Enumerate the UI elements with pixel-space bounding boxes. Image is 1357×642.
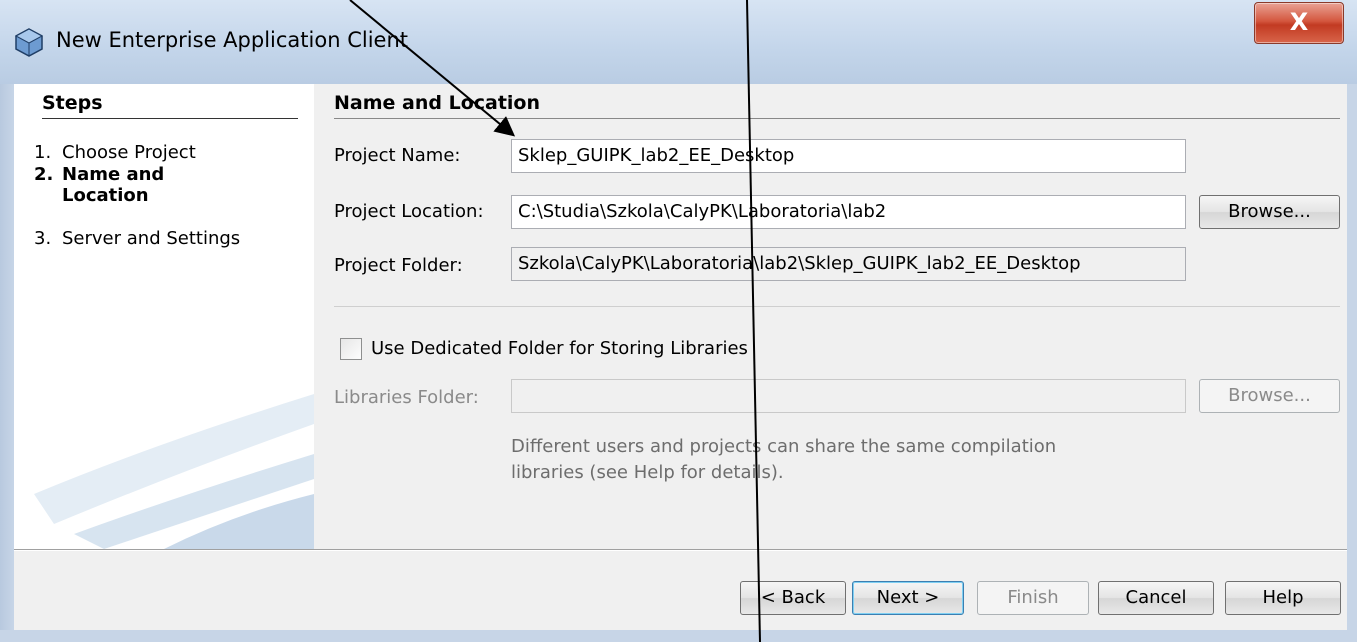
step-number: 3. — [34, 228, 52, 249]
project-location-label: Project Location: — [334, 201, 484, 222]
close-button[interactable]: X — [1254, 2, 1344, 44]
title-bar[interactable]: New Enterprise Application Client X — [0, 0, 1357, 84]
step-label: Name and — [62, 164, 165, 185]
project-folder-label: Project Folder: — [334, 255, 463, 276]
step-number: 1. — [34, 142, 52, 163]
libraries-help-text: Different users and projects can share t… — [511, 434, 1191, 486]
help-button[interactable]: Help — [1225, 581, 1341, 615]
steps-panel: Steps 1. Choose Project 2. Name and Locati… — [14, 84, 314, 549]
window-title: New Enterprise Application Client — [56, 28, 408, 52]
project-name-label: Project Name: — [334, 145, 461, 166]
project-location-input[interactable]: C:\Studia\Szkola\CalyPK\Laboratoria\lab2 — [511, 195, 1186, 229]
step-name-and-location: 2. Name and Location — [34, 164, 164, 206]
step-label-line2: Location — [62, 185, 149, 206]
background-ghost — [150, 6, 155, 26]
help-text-line: libraries (see Help for details). — [511, 462, 784, 483]
next-button[interactable]: Next > — [852, 581, 964, 615]
window-frame-bottom — [0, 630, 1357, 642]
finish-button[interactable]: Finish — [977, 581, 1089, 615]
step-label: Choose Project — [62, 142, 196, 163]
browse-location-button[interactable]: Browse... — [1199, 195, 1340, 229]
window-frame-left — [0, 84, 14, 642]
dialog-client-area: Steps 1. Choose Project 2. Name and Locati… — [14, 84, 1347, 630]
wizard-window: New Enterprise Application Client X Step… — [0, 0, 1357, 642]
section-separator — [334, 306, 1340, 307]
netbeans-cube-icon — [14, 28, 44, 57]
libraries-folder-input[interactable] — [511, 379, 1186, 413]
libraries-folder-label: Libraries Folder: — [334, 387, 479, 408]
wizard-decoration-graphic — [34, 394, 314, 549]
panel-heading: Name and Location — [334, 92, 541, 114]
window-frame-right — [1347, 84, 1357, 642]
step-server-and-settings: 3. Server and Settings — [34, 228, 240, 249]
project-name-input[interactable]: Sklep_GUIPK_lab2_EE_Desktop — [511, 139, 1186, 173]
project-folder-field[interactable]: Szkola\CalyPK\Laboratoria\lab2\Sklep_GUI… — [511, 247, 1186, 281]
step-label: Server and Settings — [62, 228, 241, 249]
steps-heading: Steps — [42, 92, 103, 114]
dedicated-folder-checkbox[interactable] — [340, 338, 362, 360]
back-button[interactable]: < Back — [740, 581, 846, 615]
cancel-button[interactable]: Cancel — [1098, 581, 1214, 615]
panel-heading-divider — [334, 118, 1340, 119]
dedicated-folder-checkbox-label[interactable]: Use Dedicated Folder for Storing Librari… — [371, 338, 748, 359]
footer-divider-highlight — [14, 550, 1347, 551]
help-text-line: Different users and projects can share t… — [511, 436, 1057, 457]
step-choose-project: 1. Choose Project — [34, 142, 196, 163]
step-number: 2. — [34, 164, 54, 185]
steps-divider — [42, 118, 298, 119]
browse-libraries-button[interactable]: Browse... — [1199, 379, 1340, 413]
